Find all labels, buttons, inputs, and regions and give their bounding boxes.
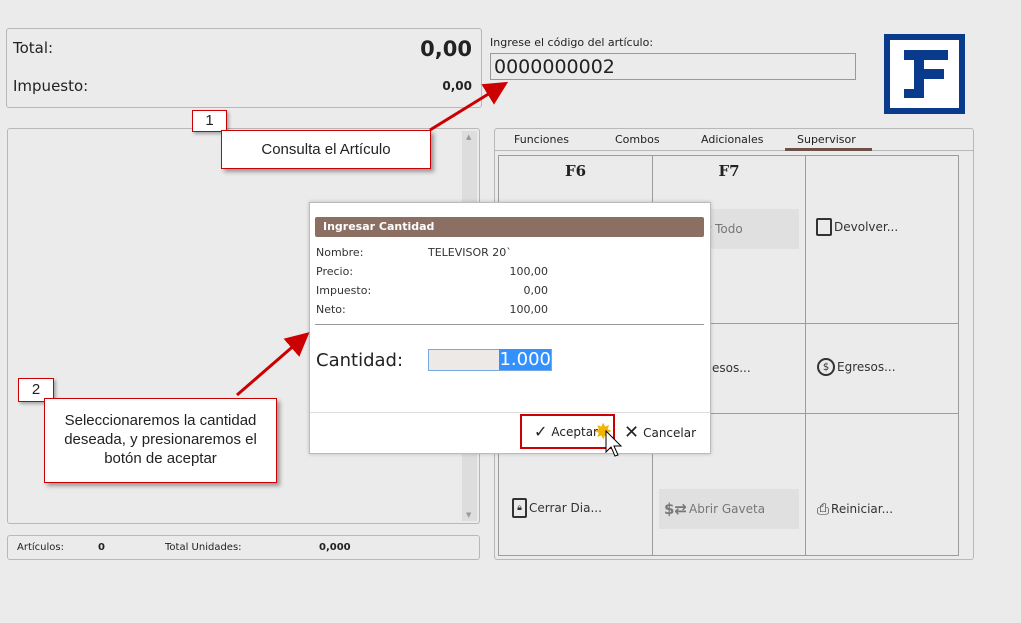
callout-1: Consulta el Artículo <box>221 130 431 169</box>
callout-1-number: 1 <box>192 110 227 132</box>
callout-arrows <box>236 81 509 397</box>
callout-2: Seleccionaremos la cantidad deseada, y p… <box>44 398 277 483</box>
